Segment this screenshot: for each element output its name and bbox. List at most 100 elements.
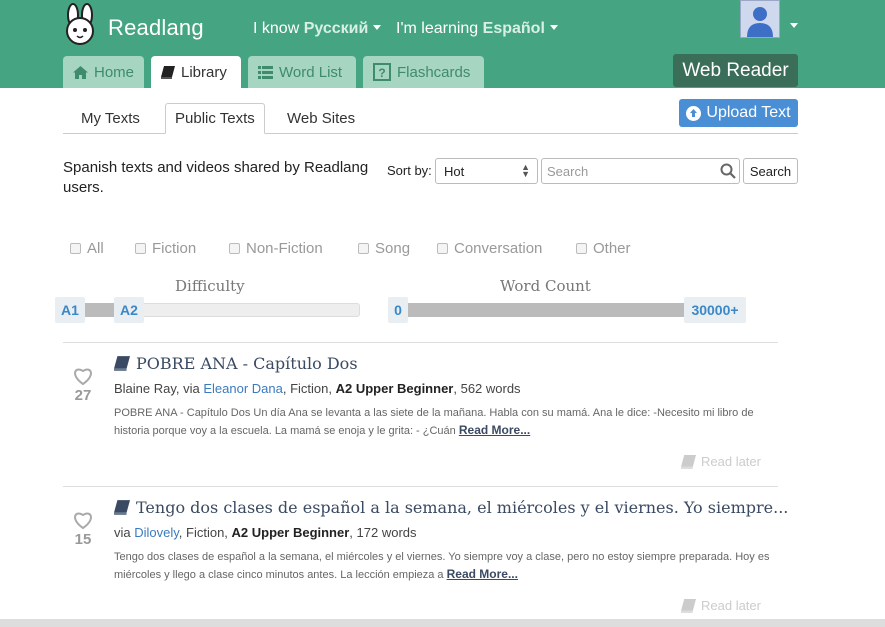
checkbox[interactable] (70, 243, 81, 254)
horizontal-scrollbar[interactable] (0, 619, 885, 627)
difficulty-min-handle[interactable]: A1 (55, 297, 85, 323)
checkbox[interactable] (229, 243, 240, 254)
filter-all-label: All (87, 240, 104, 257)
read-more-link[interactable]: Read More... (459, 423, 530, 437)
tab-home[interactable]: Home (63, 56, 144, 88)
read-later-label: Read later (701, 598, 761, 613)
text-author: via (114, 525, 135, 540)
text-genre: , Fiction, (282, 381, 336, 396)
subtab-web-sites[interactable]: Web Sites (278, 103, 364, 134)
read-later-button[interactable]: Read later (681, 454, 761, 469)
known-language-dropdown[interactable]: I know Русский (253, 20, 382, 38)
text-author: Blaine Ray, via (114, 381, 204, 396)
heart-icon[interactable] (72, 510, 94, 530)
tab-flashcards[interactable]: ? Flashcards (363, 56, 484, 88)
filter-all[interactable]: All (70, 240, 104, 257)
user-menu-caret-icon[interactable] (790, 23, 798, 28)
learning-language-dropdown[interactable]: I'm learning Español (396, 20, 558, 38)
filter-conversation-label: Conversation (454, 240, 543, 257)
user-avatar[interactable] (740, 0, 780, 38)
read-later-label: Read later (701, 454, 761, 469)
search-input[interactable]: Search (541, 158, 740, 184)
text-title-label: Tengo dos clases de español a la semana,… (136, 498, 789, 517)
list-divider (63, 486, 778, 487)
text-meta: via Dilovely, Fiction, A2 Upper Beginner… (114, 525, 417, 540)
tab-library[interactable]: Library (151, 56, 241, 88)
web-reader-button[interactable]: Web Reader (673, 54, 798, 87)
subtab-public-texts[interactable]: Public Texts (165, 103, 265, 134)
home-icon (73, 65, 88, 79)
filter-song-label: Song (375, 240, 411, 257)
subtab-my-texts[interactable]: My Texts (72, 103, 149, 134)
upload-text-label: Upload Text (706, 104, 791, 121)
select-arrows-icon: ▲ ▼ (521, 162, 530, 179)
filter-other[interactable]: Other (576, 240, 631, 257)
text-title[interactable]: Tengo dos clases de español a la semana,… (114, 498, 788, 517)
known-language-value: Русский (303, 20, 369, 37)
text-meta: Blaine Ray, via Eleanor Dana, Fiction, A… (114, 381, 521, 396)
checkbox[interactable] (437, 243, 448, 254)
tab-library-label: Library (181, 63, 227, 81)
svg-text:?: ? (378, 66, 385, 80)
search-button[interactable]: Search (743, 158, 798, 184)
tab-word-list-label: Word List (279, 63, 343, 81)
learning-language-prefix: I'm learning (396, 20, 479, 37)
text-excerpt-body: Tengo dos clases de español a la semana,… (114, 551, 770, 581)
filter-other-label: Other (593, 240, 631, 257)
upload-text-button[interactable]: Upload Text (679, 99, 798, 127)
read-later-button[interactable]: Read later (681, 598, 761, 613)
book-icon (114, 500, 130, 515)
rabbit-logo-icon[interactable] (62, 3, 98, 45)
difficulty-label: Difficulty (175, 277, 245, 295)
word-count-label: Word Count (500, 277, 591, 295)
text-word-count: , 562 words (453, 381, 521, 396)
learning-language-value: Español (482, 20, 545, 37)
heart-icon[interactable] (72, 366, 94, 386)
text-excerpt: POBRE ANA - Capítulo Dos Un día Ana se l… (114, 405, 774, 440)
book-icon (161, 65, 175, 79)
list-divider (63, 342, 778, 343)
sort-value: Hot (444, 164, 465, 179)
upload-arrow-icon (686, 105, 702, 121)
book-icon (114, 356, 130, 371)
tab-word-list[interactable]: Word List (248, 56, 356, 88)
sort-select[interactable]: Hot ▲ ▼ (435, 158, 538, 184)
word-count-slider-range (398, 303, 698, 317)
text-word-count: , 172 words (349, 525, 417, 540)
text-excerpt-body: POBRE ANA - Capítulo Dos Un día Ana se l… (114, 407, 754, 437)
difficulty-max-handle[interactable]: A2 (114, 297, 144, 323)
like-count: 15 (74, 531, 92, 548)
filter-non-fiction[interactable]: Non-Fiction (229, 240, 323, 257)
text-level: A2 Upper Beginner (231, 525, 350, 540)
text-excerpt: Tengo dos clases de español a la semana,… (114, 549, 774, 584)
known-language-prefix: I know (253, 20, 300, 37)
checkbox[interactable] (576, 243, 587, 254)
read-more-link[interactable]: Read More... (447, 567, 518, 581)
filter-non-fiction-label: Non-Fiction (246, 240, 323, 257)
like-count: 27 (74, 387, 92, 404)
filter-song[interactable]: Song (358, 240, 410, 257)
book-icon (681, 598, 696, 613)
caret-down-icon (373, 25, 382, 31)
filter-fiction-label: Fiction (152, 240, 197, 257)
text-user-link[interactable]: Dilovely (134, 525, 179, 540)
tab-home-label: Home (93, 63, 134, 81)
word-count-max-handle[interactable]: 30000+ (684, 297, 746, 323)
word-count-min-handle[interactable]: 0 (388, 297, 408, 323)
text-title-label: POBRE ANA - Capítulo Dos (136, 354, 358, 373)
book-icon (681, 454, 696, 469)
text-title[interactable]: POBRE ANA - Capítulo Dos (114, 354, 358, 373)
app-logo-text[interactable]: Readlang (108, 15, 204, 41)
text-user-link[interactable]: Eleanor Dana (203, 381, 283, 396)
tab-flashcards-label: Flashcards (397, 63, 471, 81)
filter-fiction[interactable]: Fiction (135, 240, 196, 257)
sort-label: Sort by: (387, 163, 432, 178)
page-description: Spanish texts and videos shared by Readl… (63, 159, 369, 196)
user-icon (747, 7, 773, 37)
caret-down-icon (549, 25, 558, 31)
checkbox[interactable] (135, 243, 146, 254)
text-level: A2 Upper Beginner (335, 381, 454, 396)
search-icon[interactable] (720, 163, 736, 179)
filter-conversation[interactable]: Conversation (437, 240, 542, 257)
checkbox[interactable] (358, 243, 369, 254)
